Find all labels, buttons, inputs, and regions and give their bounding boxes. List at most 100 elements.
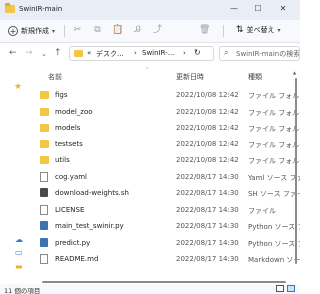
list-item[interactable]: models 2022/10/08 12:42 ファイル フォルダー [34,121,300,136]
back-icon[interactable]: ← [9,48,17,58]
file-list: 名前 更新日時 種類 ⌃ figs 2022/10/08 12:42 ファイル … [34,66,300,280]
file-name: LICENSE [55,206,85,214]
folder-icon [40,91,49,99]
column-header-type[interactable]: 種類 [248,72,262,82]
search-box[interactable]: ⌕ SwinIR-mainの検索 [219,46,300,61]
file-name: models [55,124,81,132]
window-title: SwinIR-main [19,5,63,13]
onedrive-icon[interactable]: ☁ [15,235,23,244]
breadcrumb-swinir[interactable]: SwinIR-... [142,49,174,57]
item-count: 11 個の項目 [4,287,41,294]
file-date: 2022/08/17 14:30 [176,239,239,247]
file-type: ファイル フォルダー [248,125,300,133]
list-view-icon[interactable] [287,285,295,292]
sort-icon: ⇅ [236,25,244,35]
cut-icon[interactable]: ✂ [72,25,83,36]
file-name: testsets [55,140,83,148]
explorer-window: SwinIR-main — ☐ ✕ + 新規作成 ▾ ✂ ⧉ 📋 Ꭿ ⤴ 🗑 ⇅… [0,0,300,294]
scrollbar-thumb[interactable] [295,78,297,264]
vertical-scrollbar[interactable]: ▲ [293,70,298,280]
address-bar[interactable]: « デスク... › SwinIR-... › ↻ [69,46,214,61]
file-date: 2022/08/17 14:30 [176,173,239,181]
file-type: ファイル フォルダー [248,109,300,117]
refresh-icon[interactable]: ↻ [194,48,201,57]
python-file-icon [40,238,48,247]
file-name: download-weights.sh [55,189,129,197]
new-button-label: 新規作成 [21,27,49,35]
chevron-down-icon: ▾ [277,26,281,34]
file-date: 2022/08/17 14:30 [176,222,239,230]
list-item[interactable]: model_zoo 2022/10/08 12:42 ファイル フォルダー [34,105,300,120]
file-name: model_zoo [55,108,93,116]
forward-icon[interactable]: → [25,48,33,58]
list-item[interactable]: testsets 2022/10/08 12:42 ファイル フォルダー [34,137,300,152]
close-button[interactable]: ✕ [277,4,289,13]
list-item[interactable]: LICENSE 2022/08/17 14:30 ファイル [34,203,300,218]
file-type: Python ソース ファイ [248,240,300,248]
rename-icon[interactable]: Ꭿ [132,25,143,36]
this-pc-icon[interactable]: ▭ [15,248,23,257]
navigation-bar: ← → ⌄ ↑ « デスク... › SwinIR-... › ↻ ⌕ Swin… [0,43,300,65]
new-button[interactable]: + 新規作成 ▾ [8,24,55,38]
list-item[interactable]: cog.yaml 2022/08/17 14:30 Yaml ソース ファイル [34,170,300,185]
paste-icon[interactable]: 📋 [112,25,123,36]
details-view-icon[interactable] [276,285,284,292]
column-header-name[interactable]: 名前 [48,72,62,82]
chevron-down-icon: ▾ [52,27,56,35]
list-item[interactable]: main_test_swinir.py 2022/08/17 14:30 Pyt… [34,219,300,234]
file-date: 2022/08/17 14:30 [176,255,239,263]
breadcrumb-separator: › [183,49,186,57]
file-name: README.md [55,255,99,263]
file-name: figs [55,91,68,99]
quick-access-icon[interactable]: ★ [14,82,22,92]
minimize-button[interactable]: — [228,4,240,13]
scroll-up-icon[interactable]: ▲ [293,70,296,75]
share-icon[interactable]: ⤴ [152,25,163,36]
file-date: 2022/08/17 14:30 [176,189,239,197]
file-type: SH ソース ファイル [248,190,300,198]
drive-icon[interactable]: ▬ [15,262,23,271]
sort-arrow-icon: ⌃ [145,67,150,73]
list-item[interactable]: predict.py 2022/08/17 14:30 Python ソース フ… [34,236,300,251]
file-icon [40,205,48,215]
folder-icon [5,3,15,13]
shell-file-icon [40,188,48,197]
file-type: Markdown ソース ファ [248,256,300,264]
sort-button-label: 並べ替え [246,26,275,34]
up-icon[interactable]: ↑ [54,48,62,58]
folder-icon [40,140,49,148]
column-header-date[interactable]: 更新日時 [176,72,204,82]
command-bar: + 新規作成 ▾ ✂ ⧉ 📋 Ꭿ ⤴ 🗑 ⇅ 並べ替え ▾ [0,20,300,43]
breadcrumb-separator: › [134,49,137,57]
title-bar: SwinIR-main — ☐ ✕ [0,0,300,20]
folder-icon [74,50,83,57]
recent-locations-icon[interactable]: ⌄ [41,50,47,58]
maximize-button[interactable]: ☐ [252,4,264,13]
file-type: Python ソース ファイ [248,223,300,231]
search-icon: ⌕ [224,48,229,57]
breadcrumb-desktop[interactable]: デスク... [96,49,124,59]
copy-icon[interactable]: ⧉ [92,25,103,36]
file-type: ファイル [248,207,276,215]
file-name: utils [55,156,70,164]
delete-icon[interactable]: 🗑 [199,25,210,36]
file-icon [40,172,48,182]
file-type: Yaml ソース ファイル [248,174,300,182]
list-item[interactable]: utils 2022/10/08 12:42 ファイル フォルダー [34,153,300,168]
file-date: 2022/10/08 12:42 [176,124,239,132]
search-input[interactable]: SwinIR-mainの検索 [236,49,299,59]
list-item[interactable]: download-weights.sh 2022/08/17 14:30 SH … [34,186,300,201]
python-file-icon [40,221,48,230]
scrollbar-thumb[interactable] [42,281,286,283]
divider [223,25,224,37]
file-name: predict.py [55,239,91,247]
file-date: 2022/10/08 12:42 [176,91,239,99]
file-date: 2022/10/08 12:42 [176,156,239,164]
list-item[interactable]: figs 2022/10/08 12:42 ファイル フォルダー [34,88,300,103]
breadcrumb-overflow[interactable]: « [87,49,91,57]
sort-button[interactable]: ⇅ 並べ替え ▾ [236,25,281,35]
list-item[interactable]: README.md 2022/08/17 14:30 Markdown ソース … [34,252,300,267]
folder-icon [40,108,49,116]
divider [64,25,65,37]
file-name: cog.yaml [55,173,87,181]
